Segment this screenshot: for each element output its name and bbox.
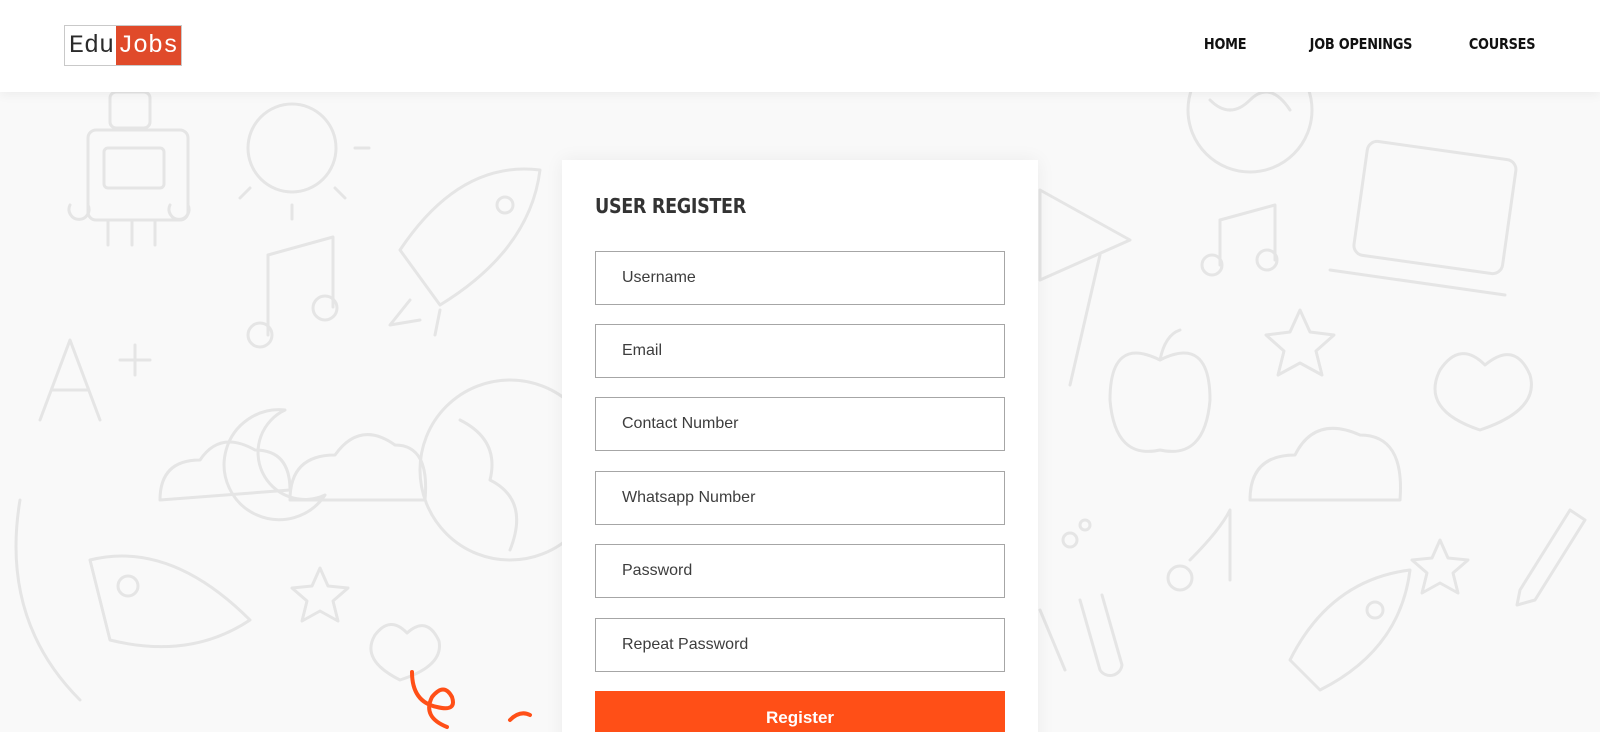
orange-swirl-doodle-icon xyxy=(410,670,532,729)
moon-cloud-doodle-icon xyxy=(158,408,428,522)
navbar: Edu Jobs HOME JOB OPENINGS COURSES xyxy=(0,0,1600,92)
cloud-right-doodle-icon xyxy=(1248,426,1402,502)
contact-number-input[interactable] xyxy=(595,397,1005,451)
email-input[interactable] xyxy=(595,324,1005,378)
username-input[interactable] xyxy=(595,251,1005,305)
robot-doodle-icon xyxy=(67,90,191,247)
register-button[interactable]: Register xyxy=(595,691,1005,732)
repeat-password-input[interactable] xyxy=(595,618,1005,672)
letter-a-doodle-icon xyxy=(38,338,152,422)
rocket-doodle-icon xyxy=(388,167,542,337)
music-note-bottom-doodle-icon xyxy=(1166,508,1232,592)
pencil-doodle-icon xyxy=(1515,508,1587,607)
nav-job-openings-link[interactable]: JOB OPENINGS xyxy=(1309,35,1412,53)
star-doodle-icon xyxy=(1264,308,1336,377)
logo-text-jobs: Jobs xyxy=(116,26,182,65)
music-note-right-doodle-icon xyxy=(1200,203,1279,277)
main-nav: HOME JOB OPENINGS COURSES xyxy=(1197,35,1535,53)
nav-home-link[interactable]: HOME xyxy=(1204,35,1247,53)
sun-doodle-icon xyxy=(238,102,371,221)
rocket-star-doodle-icon xyxy=(14,498,350,702)
music-note-doodle-icon xyxy=(246,235,339,349)
form-title: USER REGISTER xyxy=(595,194,746,218)
graduation-cap-doodle-icon xyxy=(1038,188,1132,387)
star-bottom-doodle-icon xyxy=(1410,538,1470,595)
heart-bottom-doodle-icon xyxy=(369,623,441,682)
site-logo[interactable]: Edu Jobs xyxy=(64,25,183,66)
nav-courses-link[interactable]: COURSES xyxy=(1469,35,1536,53)
logo-text-edu: Edu xyxy=(69,31,115,60)
whatsapp-number-input[interactable] xyxy=(595,471,1005,525)
register-card: USER REGISTER Register xyxy=(562,160,1038,732)
password-input[interactable] xyxy=(595,544,1005,598)
apple-doodle-icon xyxy=(1108,328,1212,453)
test-tubes-doodle-icon xyxy=(1038,518,1124,677)
heart-doodle-icon xyxy=(1433,352,1533,432)
rocket-right-doodle-icon xyxy=(1288,568,1412,692)
laptop-doodle-icon xyxy=(1328,139,1518,297)
